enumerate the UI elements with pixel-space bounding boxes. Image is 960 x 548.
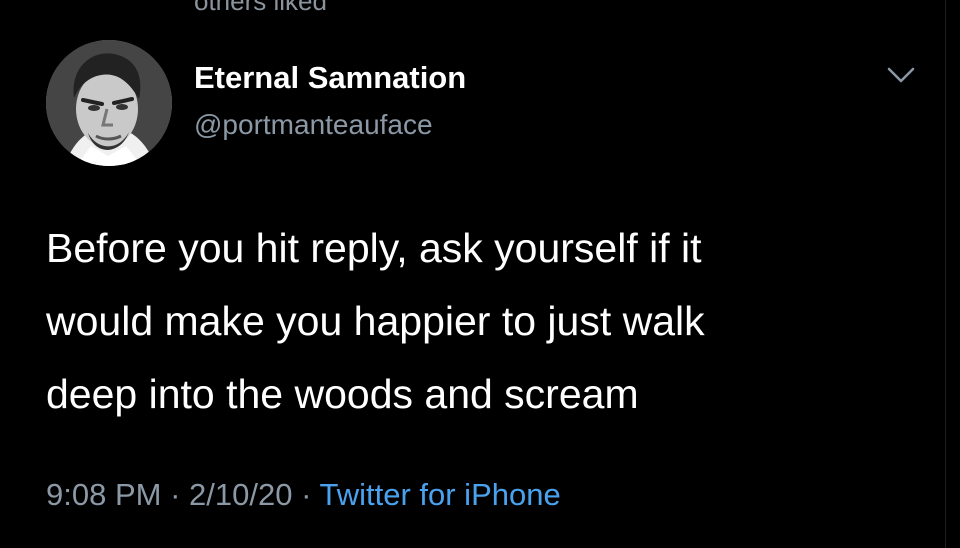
tweet-text: Before you hit reply, ask yourself if it…	[46, 225, 705, 417]
author-display-name[interactable]: Eternal Samnation	[194, 60, 466, 96]
meta-separator: ·	[170, 477, 181, 512]
avatar[interactable]	[46, 40, 172, 166]
page-edge-divider	[945, 0, 960, 548]
tweet-source-link[interactable]: Twitter for iPhone	[319, 477, 560, 512]
meta-separator: ·	[301, 477, 312, 512]
tweet-date[interactable]: 2/10/20	[189, 477, 292, 512]
tweet-metadata: 9:08 PM · 2/10/20 · Twitter for iPhone	[46, 477, 561, 513]
tweet-time[interactable]: 9:08 PM	[46, 477, 161, 512]
author-handle[interactable]: @portmanteauface	[194, 109, 433, 141]
liked-context-text: others liked	[194, 0, 327, 16]
chevron-down-icon[interactable]	[884, 64, 918, 86]
